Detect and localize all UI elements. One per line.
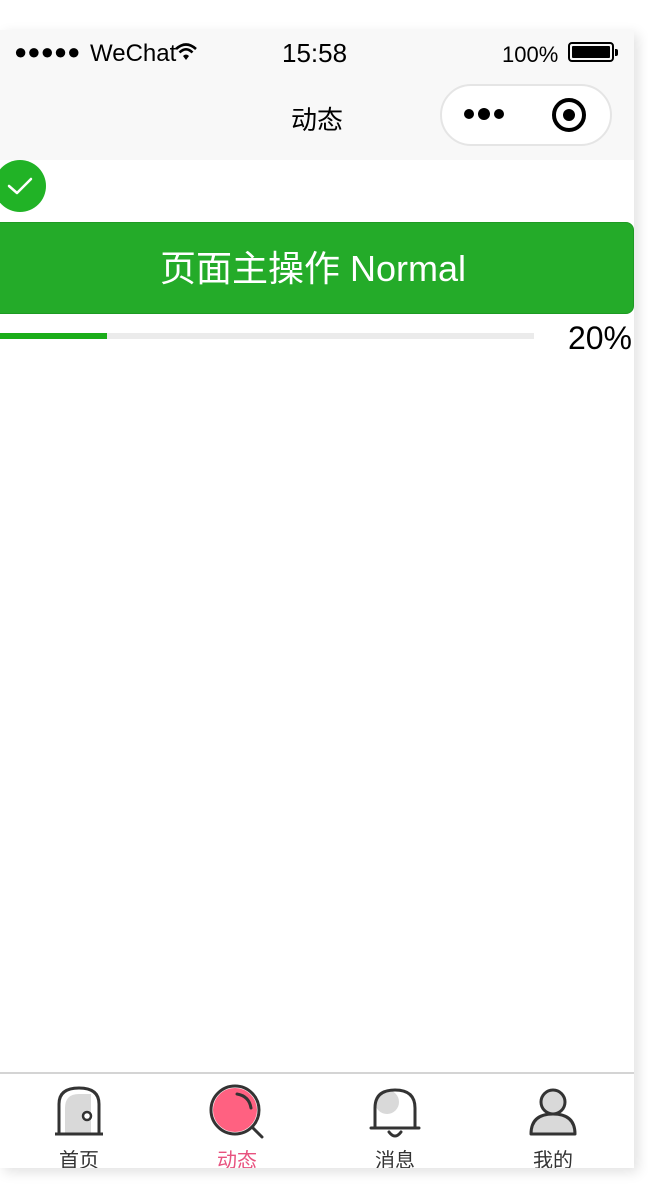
status-bar: ●●●●● WeChat 15:58 100% — [0, 30, 634, 78]
navigation-bar: 动态 — [0, 78, 634, 160]
more-icon[interactable] — [462, 105, 512, 125]
capsule-menu — [440, 84, 612, 146]
battery-icon — [568, 42, 618, 62]
signal-strength: ●●●●● — [14, 39, 81, 64]
tab-dynamic[interactable]: 动态 — [158, 1074, 316, 1168]
progress-bar — [0, 333, 534, 339]
phone-screen: ●●●●● WeChat 15:58 100% 动态 页面主操作 Normal … — [0, 30, 634, 1168]
tab-home-label: 首页 — [59, 1150, 99, 1168]
success-icon — [0, 160, 46, 212]
home-icon — [55, 1086, 103, 1136]
tab-dynamic-label: 动态 — [217, 1150, 257, 1168]
carrier-name: WeChat — [90, 40, 177, 67]
progress-bar-fill — [0, 333, 107, 339]
progress-percentage: 20% — [567, 320, 632, 356]
primary-action-button[interactable]: 页面主操作 Normal — [0, 222, 634, 314]
close-miniprogram-icon[interactable] — [552, 98, 586, 132]
tab-messages[interactable]: 消息 — [316, 1074, 474, 1168]
tab-profile[interactable]: 我的 — [474, 1074, 632, 1168]
tab-home[interactable]: 首页 — [0, 1074, 158, 1168]
status-time: 15:58 — [282, 38, 348, 68]
user-icon — [529, 1088, 577, 1136]
wifi-icon — [175, 43, 197, 60]
tab-profile-label: 我的 — [533, 1150, 573, 1168]
battery-percentage: 100% — [502, 42, 559, 67]
tab-bar: 首页 动态 消息 我的 — [0, 1072, 634, 1168]
bell-icon — [369, 1088, 421, 1138]
search-icon — [209, 1084, 264, 1139]
tab-messages-label: 消息 — [375, 1150, 415, 1168]
